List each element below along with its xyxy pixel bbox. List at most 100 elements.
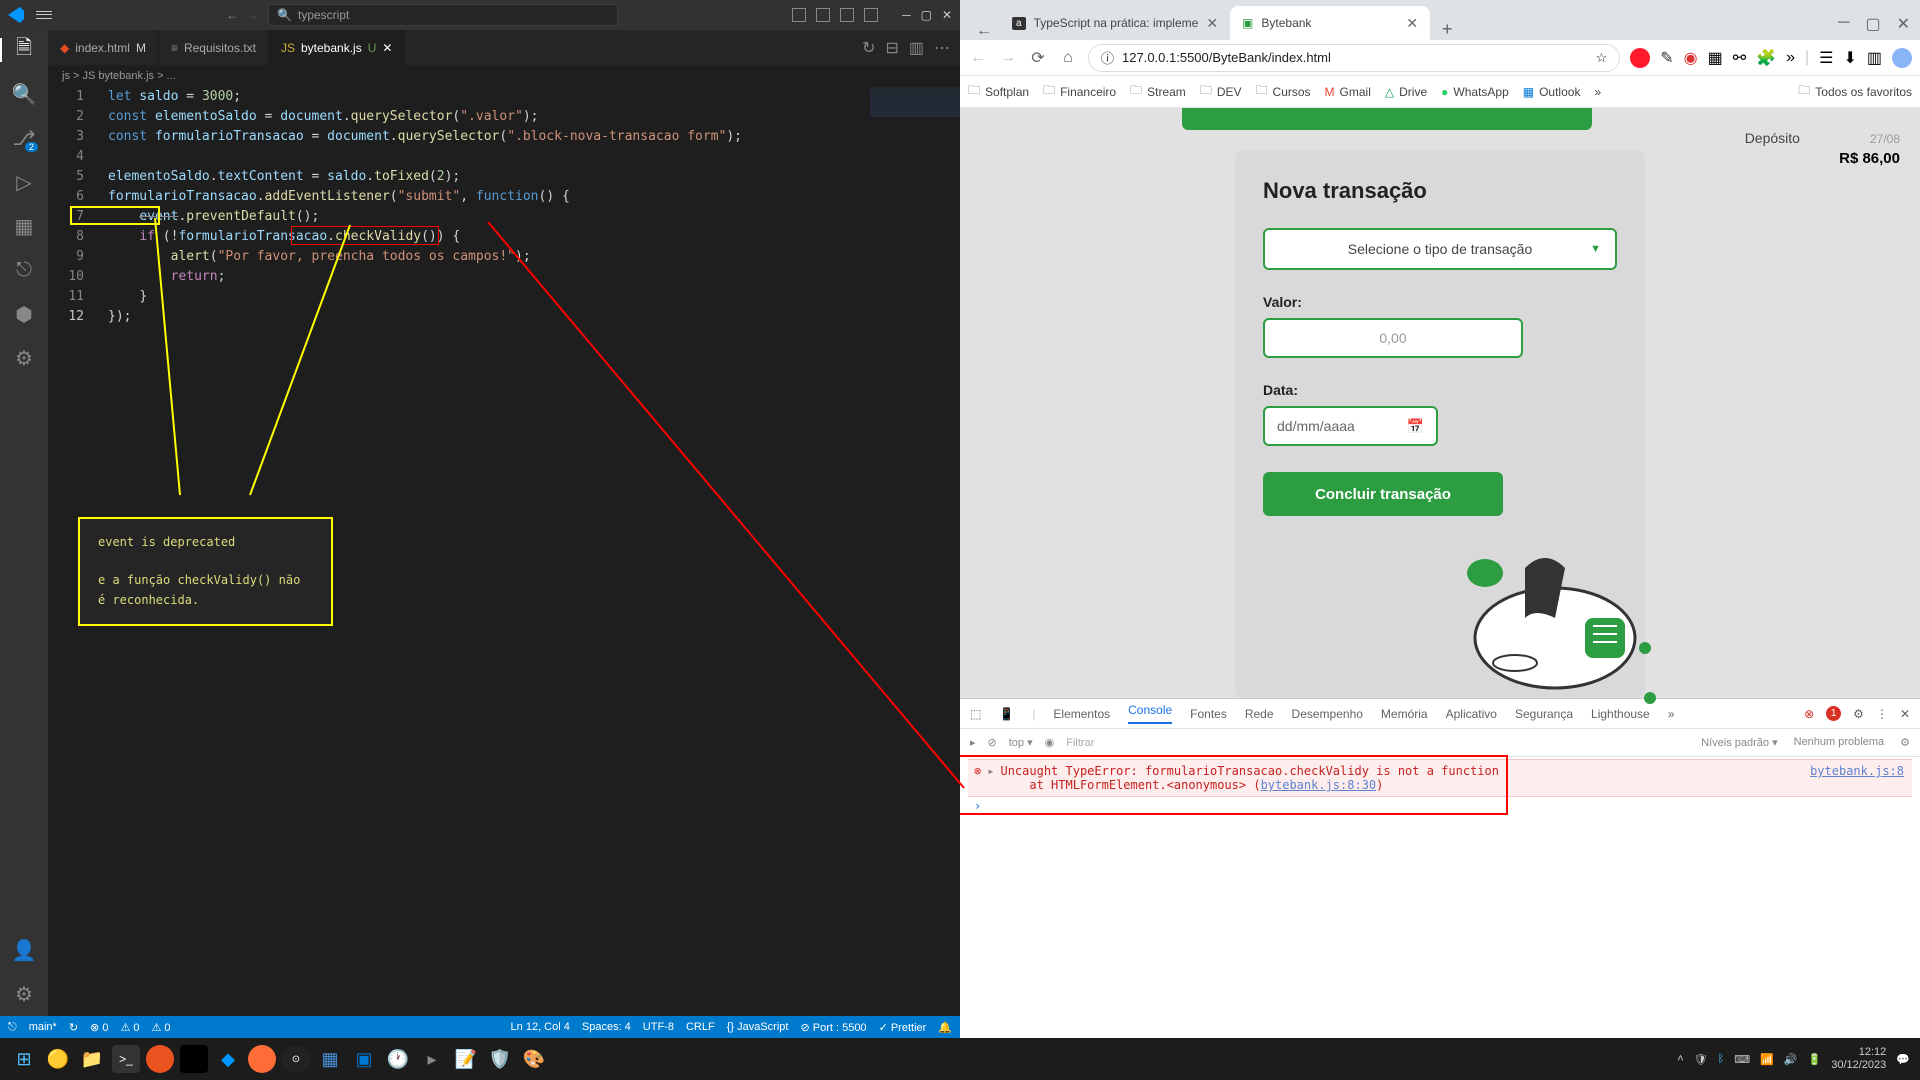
site-info-icon[interactable]: ⓘ <box>1101 48 1114 67</box>
prettier-indicator[interactable]: ✓ Prettier <box>879 1021 927 1034</box>
dt-more-icon[interactable]: ⋮ <box>1876 707 1888 721</box>
close-icon[interactable]: ✕ <box>382 41 392 55</box>
run-icon[interactable]: ↻ <box>862 38 875 58</box>
dt-tab-desempenho[interactable]: Desempenho <box>1292 707 1363 721</box>
dt-settings-icon[interactable]: ⚙ <box>1853 707 1864 721</box>
error-stack-link[interactable]: bytebank.js:8:30 <box>1261 778 1377 792</box>
settings-icon[interactable]: ⚙ <box>12 346 36 370</box>
split-icon[interactable]: ▥ <box>909 38 924 58</box>
ext-opera-icon[interactable] <box>1630 48 1650 68</box>
sync-icon[interactable]: ↻ <box>69 1021 78 1034</box>
window-minimize-icon[interactable]: ─ <box>902 8 911 22</box>
command-center[interactable]: 🔍 typescript <box>268 4 618 26</box>
menu-icon[interactable] <box>36 7 52 23</box>
browser-tab-bytebank[interactable]: ▣ Bytebank ✕ <box>1230 6 1430 40</box>
start-icon[interactable]: ⊞ <box>10 1045 38 1073</box>
browser-tab-typescript[interactable]: a TypeScript na prática: impleme ✕ <box>1000 6 1230 40</box>
sidebar-toggle-icon[interactable]: ▸ <box>970 736 976 749</box>
bookmark-all-favorites[interactable]: 🗀Todos os favoritos <box>1798 81 1912 102</box>
console-error-row[interactable]: ⊗ ▸ Uncaught TypeError: formularioTransa… <box>968 759 1912 797</box>
tray-chevron-icon[interactable]: ˄ <box>1677 1053 1683 1065</box>
console-settings-icon[interactable]: ⚙ <box>1900 736 1910 749</box>
port-indicator[interactable]: ⊘ Port : 5500 <box>800 1021 866 1034</box>
errors-indicator[interactable]: ⊗ 0 <box>90 1021 108 1034</box>
vscode-taskbar-icon[interactable]: ◆ <box>214 1045 242 1073</box>
chrome-icon[interactable]: 🟡 <box>44 1045 72 1073</box>
port-warn-indicator[interactable]: ⚠ 0 <box>151 1021 170 1034</box>
error-count-badge[interactable]: 1 <box>1826 706 1841 721</box>
layout-icon[interactable] <box>864 8 878 22</box>
data-input[interactable]: dd/mm/aaaa 📅 <box>1263 406 1438 446</box>
python-icon[interactable]: ⬢ <box>12 302 36 326</box>
notifications-icon[interactable]: 💬 <box>1896 1053 1910 1066</box>
terminal-icon[interactable]: >_ <box>112 1045 140 1073</box>
ext-puzzle-icon[interactable]: 🧩 <box>1756 48 1776 68</box>
valor-input[interactable]: 0,00 <box>1263 318 1523 358</box>
layout-icon[interactable] <box>792 8 806 22</box>
cursor-position[interactable]: Ln 12, Col 4 <box>511 1021 570 1034</box>
clock[interactable]: 12:12 30/12/2023 <box>1831 1046 1886 1072</box>
manage-icon[interactable]: ⚙ <box>12 982 36 1006</box>
ext-link-icon[interactable]: ⚯ <box>1733 48 1746 68</box>
filter-input[interactable]: Filtrar <box>1066 737 1094 749</box>
nav-fwd-icon[interactable]: → <box>246 8 258 22</box>
eol-indicator[interactable]: CRLF <box>686 1021 715 1034</box>
ubuntu-icon[interactable] <box>146 1045 174 1073</box>
download-icon[interactable]: ⬇ <box>1843 48 1856 68</box>
eye-icon[interactable]: ◉ <box>1045 736 1055 749</box>
tray-volume-icon[interactable]: 🔊 <box>1784 1053 1798 1066</box>
app-icon[interactable]: ▣ <box>350 1045 378 1073</box>
more-icon[interactable]: ⋯ <box>934 38 950 58</box>
notification-icon[interactable]: 🔔 <box>938 1021 952 1034</box>
ext-grid-icon[interactable]: ▦ <box>1708 48 1723 68</box>
warnings-indicator[interactable]: ⚠ 0 <box>120 1021 139 1034</box>
reload-icon[interactable]: ⟳ <box>1028 48 1048 68</box>
error-source-link[interactable]: bytebank.js:8 <box>1810 764 1904 778</box>
minimap[interactable] <box>870 87 960 187</box>
levels-selector[interactable]: Níveis padrão ▾ <box>1701 736 1777 749</box>
branch-indicator[interactable]: main* <box>29 1021 57 1033</box>
accounts-icon[interactable]: 👤 <box>12 938 36 962</box>
device-icon[interactable]: 📱 <box>999 707 1014 721</box>
dt-tab-console[interactable]: Console <box>1128 703 1172 724</box>
bookmark-stream[interactable]: 🗀Stream <box>1130 81 1186 102</box>
dt-close-icon[interactable]: ✕ <box>1900 707 1910 721</box>
breadcrumb[interactable]: js > JS bytebank.js > ... <box>48 65 960 87</box>
code-content[interactable]: let saldo = 3000; const elementoSaldo = … <box>108 87 960 327</box>
reading-list-icon[interactable]: ☰ <box>1819 48 1833 68</box>
close-icon[interactable]: ✕ <box>1406 15 1418 32</box>
intellij-icon[interactable] <box>180 1045 208 1073</box>
remote-indicator[interactable]: ⎋ <box>8 1021 17 1034</box>
postman-icon[interactable] <box>248 1045 276 1073</box>
security-icon[interactable]: 🛡️ <box>486 1045 514 1073</box>
calendar-icon[interactable]: 📅 <box>1407 418 1424 435</box>
app-icon[interactable]: ▸ <box>418 1045 446 1073</box>
paint-icon[interactable]: 🎨 <box>520 1045 548 1073</box>
window-close-icon[interactable]: ✕ <box>942 8 952 22</box>
profile-avatar-icon[interactable] <box>1892 48 1912 68</box>
transaction-type-select[interactable]: Selecione o tipo de transação <box>1263 228 1617 270</box>
clear-console-icon[interactable]: ⊘ <box>988 736 997 749</box>
window-minimize-icon[interactable]: ─ <box>1838 14 1849 34</box>
context-selector[interactable]: top ▾ <box>1009 736 1033 749</box>
notepad-icon[interactable]: 📝 <box>452 1045 480 1073</box>
new-tab-button[interactable]: + <box>1430 19 1465 40</box>
bookmark-softplan[interactable]: 🗀Softplan <box>968 81 1029 102</box>
source-control-icon[interactable]: ⎇2 <box>12 126 36 150</box>
tray-wifi-icon[interactable]: 📶 <box>1760 1053 1774 1066</box>
spaces-indicator[interactable]: Spaces: 4 <box>582 1021 631 1034</box>
bookmarks-overflow[interactable]: » <box>1594 85 1601 99</box>
layout-icon[interactable] <box>816 8 830 22</box>
encoding-indicator[interactable]: UTF-8 <box>643 1021 674 1034</box>
inspect-icon[interactable]: ⬚ <box>970 707 981 721</box>
back-icon[interactable]: ← <box>968 49 988 67</box>
ext-pen-icon[interactable]: ✎ <box>1660 48 1673 68</box>
dt-tab-elementos[interactable]: Elementos <box>1053 707 1110 721</box>
tray-battery-icon[interactable]: 🔋 <box>1808 1053 1822 1066</box>
app-icon[interactable]: ▦ <box>316 1045 344 1073</box>
home-icon[interactable]: ⌂ <box>1058 49 1078 67</box>
back-tab-icon[interactable]: ← <box>968 22 1000 40</box>
tab-requisitos[interactable]: ≡Requisitos.txt <box>159 30 269 65</box>
dt-tab-memoria[interactable]: Memória <box>1381 707 1428 721</box>
extensions-icon[interactable]: ▦ <box>12 214 36 238</box>
